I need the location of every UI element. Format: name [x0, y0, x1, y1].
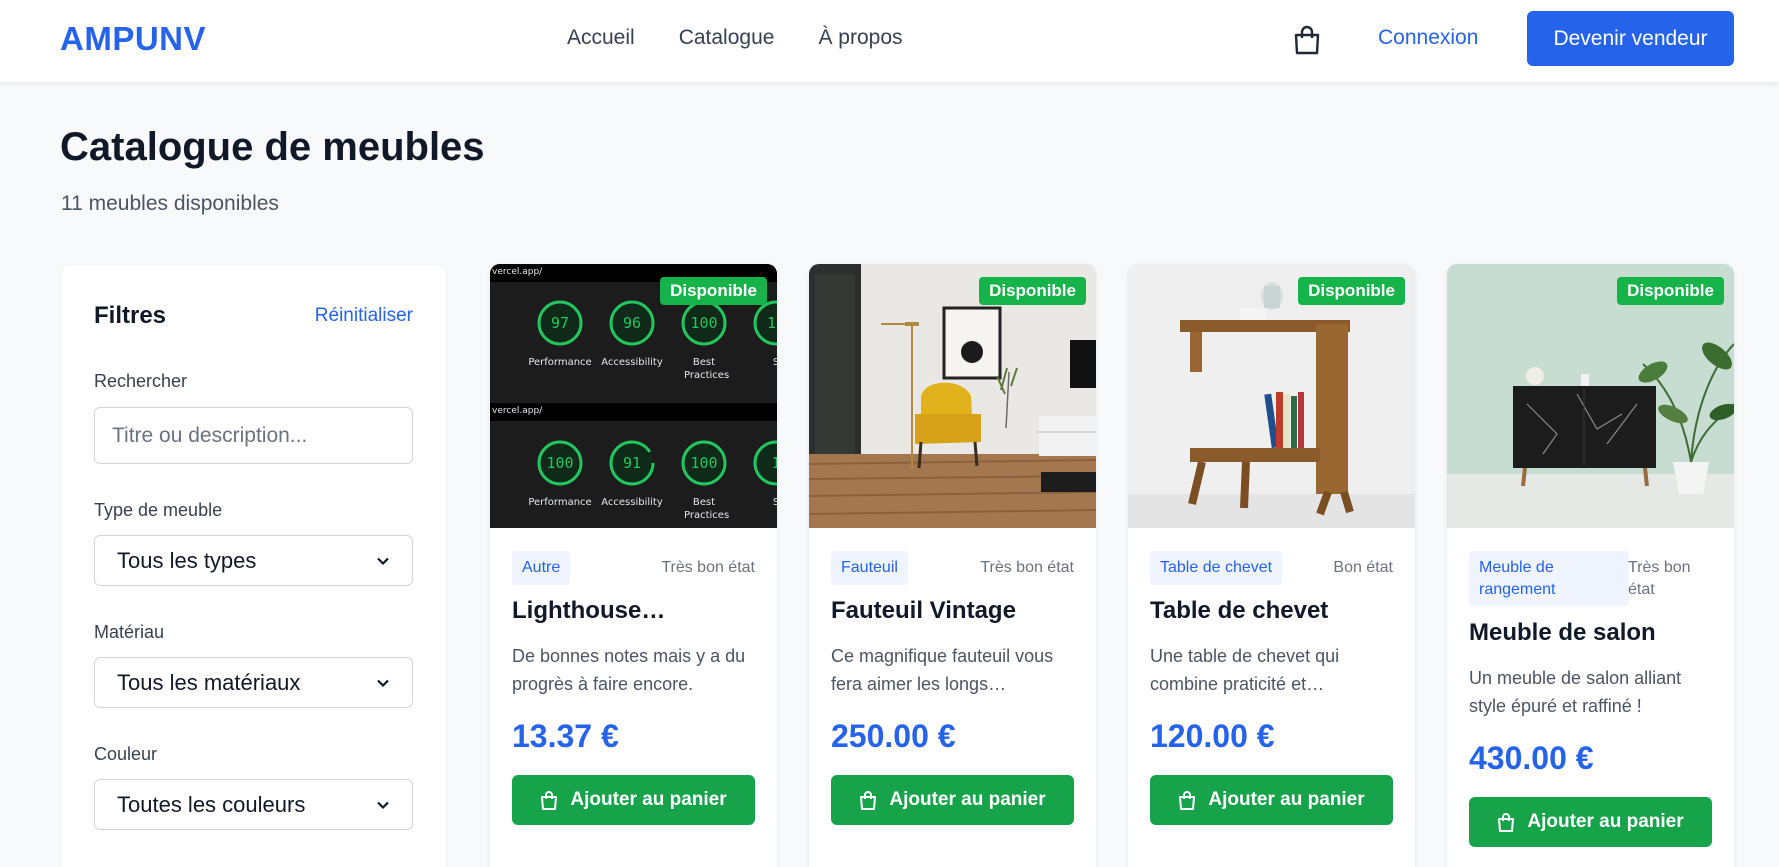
color-select-value: Toutes les couleurs [117, 791, 306, 817]
add-to-cart-label: Ajouter au panier [889, 789, 1046, 810]
nav-link-a-propos[interactable]: À propos [818, 26, 902, 50]
condition-text: Très bon état [661, 559, 755, 576]
condition-text: Bon état [1333, 559, 1393, 576]
product-price: 250.00 € [831, 718, 956, 754]
add-to-cart-label: Ajouter au panier [1208, 789, 1365, 810]
add-to-cart-button[interactable]: Ajouter au panier [831, 775, 1074, 825]
color-label: Couleur [94, 744, 158, 764]
shopping-bag-icon [1179, 791, 1196, 810]
add-to-cart-button[interactable]: Ajouter au panier [1150, 775, 1393, 825]
search-input[interactable] [94, 407, 413, 464]
results-count: 11 meubles disponibles [61, 192, 279, 215]
add-to-cart-label: Ajouter au panier [570, 789, 727, 810]
product-price: 430.00 € [1469, 740, 1594, 776]
product-image[interactable]: Disponible [1447, 264, 1734, 528]
search-label: Rechercher [94, 371, 188, 391]
page-title: Catalogue de meubles [60, 125, 485, 169]
score-label: S [772, 357, 777, 368]
score-label: Performance [528, 497, 592, 508]
shopping-bag-icon[interactable] [1293, 25, 1321, 55]
chevron-down-icon [377, 679, 389, 687]
add-to-cart-label: Ajouter au panier [1527, 811, 1684, 832]
product-price: 13.37 € [512, 718, 619, 754]
category-tag: Table de chevet [1150, 551, 1283, 585]
availability-badge: Disponible [1298, 277, 1405, 305]
product-card[interactable]: Disponible Fauteuil Très bon état Fauteu… [809, 264, 1096, 867]
availability-badge: Disponible [660, 277, 767, 305]
product-card[interactable]: vercel.app/ vercel.app/ 97 Performance 9… [490, 264, 777, 867]
category-tag: Autre [512, 551, 571, 585]
product-card[interactable]: Disponible Table de chevet Bon état Tabl… [1128, 264, 1415, 867]
material-select[interactable]: Tous les matériaux [94, 657, 413, 708]
score-label: Accessibility [601, 497, 663, 508]
availability-badge: Disponible [1617, 277, 1724, 305]
chevron-down-icon [377, 557, 389, 565]
category-tag: Meuble de rangement [1469, 551, 1629, 607]
product-description: De bonnes notes mais y a du progrès à fa… [512, 646, 746, 694]
product-title[interactable]: Meuble de salon [1469, 619, 1712, 647]
product-card[interactable]: Disponible Meuble de rangement Très bon … [1447, 264, 1734, 867]
product-image[interactable]: Disponible [1128, 264, 1415, 528]
score-value: 96 [622, 314, 642, 332]
condition-text: Très bon état [980, 559, 1074, 576]
top-navbar: AMPUNV Accueil Catalogue À propos Connex… [0, 0, 1779, 82]
score-value: 100 [546, 454, 574, 472]
become-seller-button[interactable]: Devenir vendeur [1527, 11, 1734, 66]
score-label: S [772, 497, 777, 508]
type-select-value: Tous les types [117, 547, 257, 573]
chevron-down-icon [377, 801, 389, 809]
score-label: Best Practices [684, 497, 730, 521]
reset-filters-link[interactable]: Réinitialiser [315, 305, 413, 327]
product-title[interactable]: Fauteuil Vintage [831, 597, 1074, 625]
score-label: Performance [528, 357, 592, 368]
shopping-bag-icon [860, 791, 877, 810]
add-to-cart-button[interactable]: Ajouter au panier [512, 775, 755, 825]
score-value: 97 [550, 314, 570, 332]
add-to-cart-button[interactable]: Ajouter au panier [1469, 797, 1712, 847]
condition-text: Très bon état [1628, 559, 1691, 599]
product-description: Ce magnifique fauteuil vous fera aimer l… [831, 646, 1054, 694]
filters-title: Filtres [94, 302, 167, 329]
availability-badge: Disponible [979, 277, 1086, 305]
main-nav: Accueil Catalogue À propos [567, 26, 903, 50]
nav-link-accueil[interactable]: Accueil [567, 26, 635, 50]
nav-link-catalogue[interactable]: Catalogue [679, 26, 775, 50]
score-value: 91 [622, 454, 642, 472]
score-label: Best Practices [684, 357, 730, 381]
category-tag: Fauteuil [831, 551, 908, 585]
score-value: 10 [766, 314, 777, 332]
shopping-bag-icon [541, 791, 558, 810]
product-title[interactable]: Lighthouse… [512, 597, 755, 625]
type-label: Type de meuble [94, 500, 223, 520]
product-title[interactable]: Table de chevet [1150, 597, 1393, 625]
login-link[interactable]: Connexion [1378, 26, 1478, 50]
color-select[interactable]: Toutes les couleurs [94, 779, 413, 830]
shopping-bag-icon [1498, 813, 1515, 832]
filters-panel: Filtres Réinitialiser Rechercher Type de… [61, 265, 446, 867]
score-label: Accessibility [601, 357, 663, 368]
material-label: Matériau [94, 622, 165, 642]
type-select[interactable]: Tous les types [94, 535, 413, 586]
score-value: 1 [771, 454, 777, 472]
url-bar: vercel.app/ [490, 403, 777, 421]
product-description: Une table de chevet qui combine praticit… [1150, 646, 1340, 694]
material-select-value: Tous les matériaux [117, 669, 301, 695]
product-image[interactable]: Disponible [809, 264, 1096, 528]
product-price: 120.00 € [1150, 718, 1275, 754]
brand-logo[interactable]: AMPUNV [60, 20, 206, 58]
product-image[interactable]: vercel.app/ vercel.app/ 97 Performance 9… [490, 264, 777, 528]
score-value: 100 [690, 314, 718, 332]
product-description: Un meuble de salon alliant style épuré e… [1469, 668, 1682, 716]
score-value: 100 [690, 454, 718, 472]
